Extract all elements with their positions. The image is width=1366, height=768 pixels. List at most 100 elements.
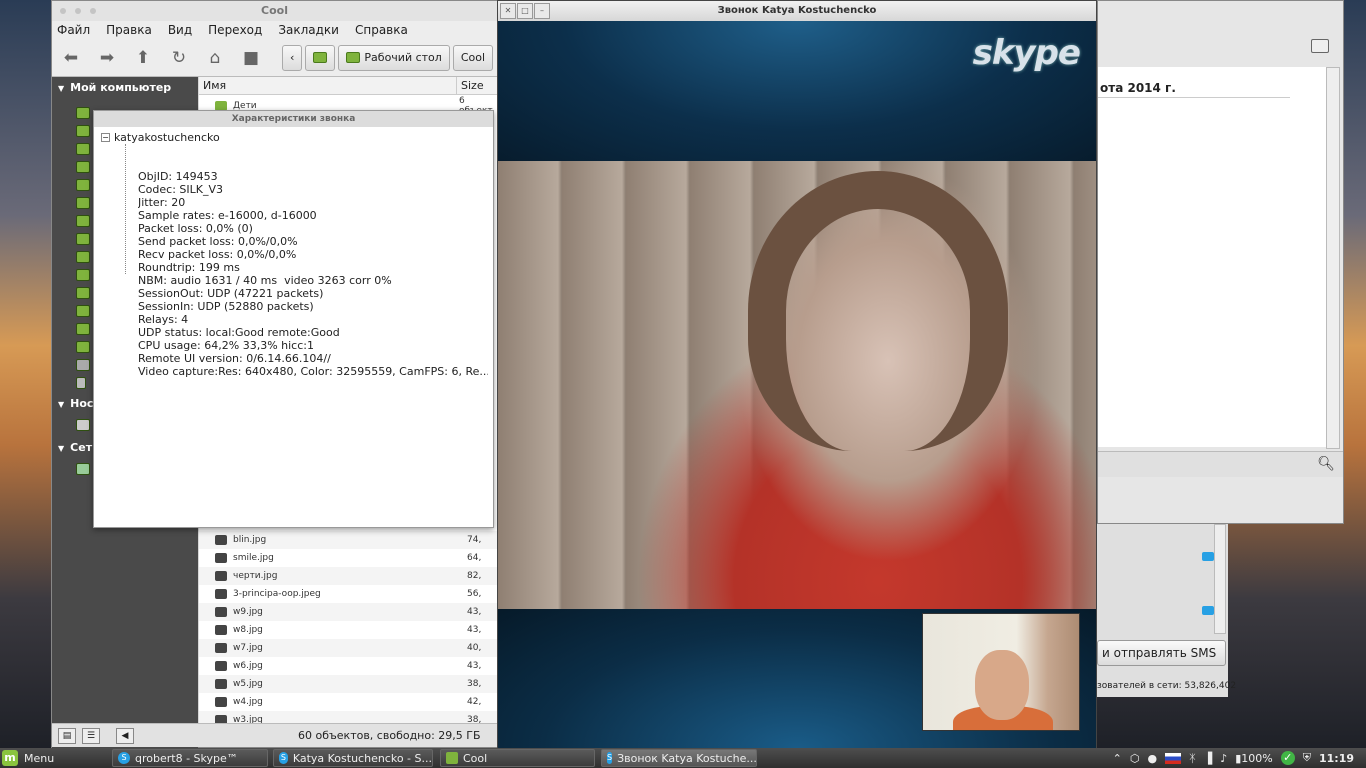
self-video-preview[interactable] — [922, 613, 1080, 731]
folder-icon[interactable] — [76, 269, 90, 281]
status-text: 60 объектов, свободно: 29,5 ГБ — [298, 729, 481, 742]
maximize-icon[interactable]: □ — [517, 3, 533, 19]
menu-file[interactable]: Файл — [57, 21, 90, 39]
call-stat-line: UDP status: local:Good remote:Good — [138, 326, 340, 339]
folder-icon[interactable] — [76, 197, 90, 209]
menu-view[interactable]: Вид — [168, 21, 192, 39]
call-stats: ObjID: 149453 Codec: SILK_V3 Jitter: 20 Sam… — [138, 170, 488, 378]
dropbox-icon[interactable]: ⬡ — [1130, 752, 1140, 765]
sidebar-section-computer[interactable]: Мой компьютер — [52, 77, 198, 99]
breadcrumb-desktop[interactable]: Рабочий стол — [338, 44, 450, 71]
task-skype-chat[interactable]: S Katya Kostuchencko - S... — [273, 749, 433, 767]
sidebar-toggle-icon[interactable]: ▤ — [58, 727, 76, 744]
reload-icon[interactable]: ↻ — [168, 47, 190, 69]
update-ok-icon[interactable]: ✓ — [1280, 751, 1295, 765]
breadcrumb-cool[interactable]: Cool — [452, 44, 494, 71]
bluetooth-icon[interactable]: ᛡ — [1189, 752, 1196, 765]
list-item[interactable]: черти.jpg 82, — [199, 567, 499, 585]
close-icon[interactable] — [60, 8, 66, 14]
image-file-icon — [215, 607, 227, 617]
folder-icon[interactable] — [76, 125, 90, 137]
video-call-icon[interactable] — [1202, 552, 1214, 561]
send-sms-button[interactable]: и отправлять SMS — [1097, 640, 1226, 666]
collapse-icon[interactable]: − — [101, 133, 110, 142]
filesystem-icon[interactable] — [76, 359, 90, 371]
toolbar: ⬅ ➡ ⬆ ↻ ⌂ ■ ‹ Рабочий стол Cool — [52, 39, 497, 77]
list-item[interactable]: smile.jpg 64, — [199, 549, 499, 567]
date-header: ота 2014 г. — [1100, 81, 1176, 95]
drive-icon[interactable] — [76, 419, 90, 431]
column-size[interactable]: Size — [457, 77, 484, 94]
chat-search-bar[interactable]: 🔍︎ — [1098, 451, 1343, 477]
start-menu-button[interactable]: m Menu — [2, 749, 62, 767]
skype-contacts-pane: и отправлять SMS зователей в сети: 53,82… — [1097, 524, 1236, 697]
show-sidebar-icon[interactable]: ◀ — [116, 727, 134, 744]
call-stat-line: Send packet loss: 0,0%/0,0% — [138, 235, 298, 248]
skype-call-window: Звонок Katya Kostuchencko ✕ □ – skype — [497, 0, 1097, 749]
breadcrumb-left-arrow[interactable]: ‹ — [282, 44, 303, 71]
forward-arrow-icon[interactable]: ➡ — [96, 47, 118, 69]
call-stat-line: Packet loss: 0,0% (0) — [138, 222, 253, 235]
folder-icon[interactable] — [76, 341, 90, 353]
list-item[interactable]: blin.jpg 74, — [199, 531, 499, 549]
folder-icon[interactable] — [76, 287, 90, 299]
list-item[interactable]: w9.jpg 43, — [199, 603, 499, 621]
up-arrow-icon[interactable]: ⬆ — [132, 47, 154, 69]
trash-icon[interactable] — [76, 377, 86, 389]
close-icon[interactable]: ✕ — [500, 3, 516, 19]
folder-icon[interactable] — [76, 251, 90, 263]
menu-go[interactable]: Переход — [208, 21, 262, 39]
folder-icon[interactable] — [76, 179, 90, 191]
call-stat-line: Remote UI version: 0/6.14.66.104// — [138, 352, 331, 365]
list-item[interactable]: 3-principa-oop.jpeg 56, — [199, 585, 499, 603]
folder-icon[interactable] — [76, 233, 90, 245]
clock[interactable]: 11:19 — [1319, 752, 1354, 765]
task-skype-main[interactable]: Sqrobert8 - Skype™ — [112, 749, 268, 767]
file-name: w5.jpg — [233, 679, 263, 689]
image-file-icon — [215, 697, 227, 707]
task-file-manager[interactable]: Cool — [440, 749, 595, 767]
menu-edit[interactable]: Правка — [106, 21, 152, 39]
skype-tray-icon[interactable]: ● — [1148, 752, 1158, 765]
computer-icon[interactable]: ■ — [240, 47, 262, 69]
keyboard-layout-flag-icon[interactable] — [1165, 752, 1182, 764]
contacts-scrollbar[interactable] — [1214, 524, 1226, 634]
call-window-title: Звонок Katya Kostuchencko — [498, 1, 1096, 21]
menu-help[interactable]: Справка — [355, 21, 408, 39]
maximize-icon[interactable] — [75, 8, 81, 14]
skype-logo: skype — [972, 33, 1081, 73]
call-user-node[interactable]: − katyakostuchencko — [101, 131, 220, 144]
folder-icon[interactable] — [76, 215, 90, 227]
window-controls[interactable] — [60, 8, 96, 14]
tree-view-icon[interactable]: ☰ — [82, 727, 100, 744]
restore-icon[interactable] — [1311, 39, 1329, 53]
minimize-icon[interactable] — [90, 8, 96, 14]
chevron-up-icon[interactable]: ⌃ — [1113, 752, 1122, 765]
list-item[interactable]: w7.jpg 40, — [199, 639, 499, 657]
list-item[interactable]: w5.jpg 38, — [199, 675, 499, 693]
list-item[interactable]: w6.jpg 43, — [199, 657, 499, 675]
home-icon[interactable]: ⌂ — [204, 47, 226, 69]
security-shield-icon[interactable]: ⛨ — [1303, 751, 1311, 765]
folder-icon[interactable] — [76, 323, 90, 335]
folder-icon[interactable] — [76, 107, 90, 119]
call-stat-line: Codec: SILK_V3 — [138, 183, 224, 196]
folder-icon[interactable] — [76, 161, 90, 173]
list-item[interactable]: w8.jpg 43, — [199, 621, 499, 639]
network-icon[interactable] — [76, 463, 90, 475]
volume-icon[interactable]: ♪ — [1220, 752, 1227, 765]
search-icon[interactable]: 🔍︎ — [1317, 456, 1335, 472]
signal-icon[interactable]: ▐ — [1204, 752, 1212, 765]
minimize-icon[interactable]: – — [534, 3, 550, 19]
column-name[interactable]: Имя — [199, 77, 457, 94]
breadcrumb-root-icon[interactable] — [305, 44, 336, 71]
back-arrow-icon[interactable]: ⬅ — [60, 47, 82, 69]
list-item[interactable]: w4.jpg 42, — [199, 693, 499, 711]
battery-icon[interactable]: ▮100% — [1235, 752, 1273, 765]
folder-icon[interactable] — [76, 143, 90, 155]
folder-icon[interactable] — [76, 305, 90, 317]
chat-scrollbar[interactable] — [1326, 67, 1340, 449]
video-call-icon[interactable] — [1202, 606, 1214, 615]
menu-bookmarks[interactable]: Закладки — [278, 21, 339, 39]
task-skype-call[interactable]: S Звонок Katya Kostuche... — [601, 749, 757, 767]
